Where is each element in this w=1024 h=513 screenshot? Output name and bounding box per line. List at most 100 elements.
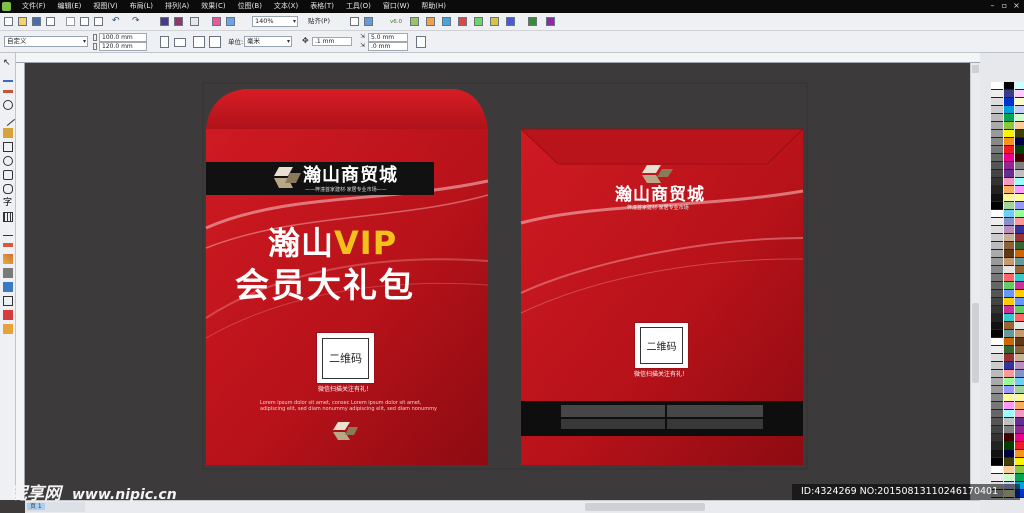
basic-shapes-icon[interactable] <box>3 184 13 194</box>
dynamic-guides-icon[interactable] <box>364 17 373 26</box>
page-width-input[interactable]: 100.0 mm <box>99 33 147 42</box>
plugin-icon[interactable] <box>490 17 499 26</box>
color-swatch[interactable] <box>1015 410 1024 418</box>
menu-tools[interactable]: 工具(O) <box>340 0 377 13</box>
color-swatch[interactable] <box>1004 194 1014 202</box>
color-swatch[interactable] <box>1015 458 1024 466</box>
menu-view[interactable]: 视图(V) <box>87 0 123 13</box>
color-swatch[interactable] <box>1004 154 1014 162</box>
color-swatch[interactable] <box>1004 354 1014 362</box>
color-swatch[interactable] <box>991 130 1003 138</box>
color-swatch[interactable] <box>1004 234 1014 242</box>
color-swatch[interactable] <box>991 386 1003 394</box>
color-swatch[interactable] <box>1015 378 1024 386</box>
color-swatch[interactable] <box>1015 138 1024 146</box>
color-swatch[interactable] <box>991 282 1003 290</box>
smart-fill-icon[interactable] <box>3 128 13 138</box>
copy-icon[interactable] <box>80 17 89 26</box>
color-swatch[interactable] <box>1004 458 1014 466</box>
color-swatch[interactable] <box>1015 314 1024 322</box>
landscape-icon[interactable] <box>174 38 186 47</box>
table-tool-icon[interactable] <box>3 212 13 222</box>
color-swatch[interactable] <box>1004 434 1014 442</box>
color-swatch[interactable] <box>1015 322 1024 330</box>
color-swatch[interactable] <box>1015 178 1024 186</box>
color-swatch[interactable] <box>1004 394 1014 402</box>
color-swatch[interactable] <box>1004 178 1014 186</box>
color-swatch[interactable] <box>991 394 1003 402</box>
color-swatch[interactable] <box>1004 378 1014 386</box>
eyedropper-tool-icon[interactable] <box>3 282 13 292</box>
color-swatch[interactable] <box>1015 250 1024 258</box>
color-swatch[interactable] <box>1015 202 1024 210</box>
color-swatch[interactable] <box>1015 90 1024 98</box>
color-swatch[interactable] <box>1004 410 1014 418</box>
color-swatch[interactable] <box>1015 258 1024 266</box>
color-swatch[interactable] <box>991 234 1003 242</box>
color-swatch[interactable] <box>1015 298 1024 306</box>
units-dropdown[interactable]: 毫米 ▾ <box>244 36 292 47</box>
color-swatch[interactable] <box>991 290 1003 298</box>
color-swatch[interactable] <box>1015 82 1024 90</box>
color-swatch[interactable] <box>1004 466 1014 474</box>
color-swatch[interactable] <box>1004 426 1014 434</box>
dimension-tool-icon[interactable] <box>3 226 13 236</box>
color-swatch[interactable] <box>1004 250 1014 258</box>
color-swatch[interactable] <box>991 458 1003 466</box>
plugin-icon[interactable] <box>506 17 515 26</box>
color-swatch[interactable] <box>1004 146 1014 154</box>
save-icon[interactable] <box>32 17 41 26</box>
color-swatch[interactable] <box>1015 242 1024 250</box>
color-swatch[interactable] <box>1004 450 1014 458</box>
color-swatch[interactable] <box>1004 162 1014 170</box>
fill-tool-icon[interactable] <box>3 310 13 320</box>
color-swatch[interactable] <box>1004 266 1014 274</box>
menu-effects[interactable]: 效果(C) <box>195 0 231 13</box>
color-swatch[interactable] <box>991 106 1003 114</box>
color-swatch[interactable] <box>1004 210 1014 218</box>
color-swatch[interactable] <box>1015 234 1024 242</box>
color-swatch[interactable] <box>1004 322 1014 330</box>
color-swatch[interactable] <box>1004 90 1014 98</box>
back-envelope[interactable] <box>519 128 804 465</box>
color-swatch[interactable] <box>1015 162 1024 170</box>
nudge-distance-input[interactable]: .1 mm <box>312 37 352 46</box>
plugin-icon[interactable] <box>474 17 483 26</box>
color-swatch[interactable] <box>991 346 1003 354</box>
color-swatch[interactable] <box>1004 346 1014 354</box>
color-swatch[interactable] <box>1004 114 1014 122</box>
redo-icon[interactable]: ↷ <box>132 16 140 26</box>
color-swatch[interactable] <box>991 474 1003 482</box>
color-swatch[interactable] <box>991 418 1003 426</box>
color-swatch[interactable] <box>991 90 1003 98</box>
freehand-tool-icon[interactable] <box>0 111 16 127</box>
color-swatch[interactable] <box>1004 242 1014 250</box>
color-swatch[interactable] <box>1004 330 1014 338</box>
color-swatch[interactable] <box>1015 474 1024 482</box>
color-swatch[interactable] <box>1015 426 1024 434</box>
color-swatch[interactable] <box>991 194 1003 202</box>
color-swatch[interactable] <box>1004 138 1014 146</box>
vertical-scroll-thumb[interactable] <box>972 303 979 383</box>
menu-help[interactable]: 帮助(H) <box>415 0 452 13</box>
color-swatch[interactable] <box>1015 330 1024 338</box>
color-swatch[interactable] <box>1015 394 1024 402</box>
new-document-icon[interactable] <box>4 17 13 26</box>
color-swatch[interactable] <box>991 434 1003 442</box>
color-swatch[interactable] <box>1015 130 1024 138</box>
color-swatch[interactable] <box>1004 298 1014 306</box>
color-swatch[interactable] <box>991 98 1003 106</box>
duplicate-x-input[interactable]: 5.0 mm <box>368 33 408 42</box>
application-launcher-icon[interactable] <box>190 17 199 26</box>
undo-icon[interactable]: ↶ <box>112 16 120 26</box>
scroll-up-arrow-icon[interactable] <box>972 65 979 73</box>
color-swatch[interactable] <box>991 426 1003 434</box>
color-swatch[interactable] <box>1004 386 1014 394</box>
color-swatch[interactable] <box>1015 210 1024 218</box>
cut-icon[interactable] <box>66 17 75 26</box>
color-swatch[interactable] <box>1004 186 1014 194</box>
print-icon[interactable] <box>46 17 55 26</box>
outline-tool-icon[interactable] <box>3 296 13 306</box>
welcome-screen-icon[interactable] <box>212 17 221 26</box>
options-icon[interactable] <box>350 17 359 26</box>
